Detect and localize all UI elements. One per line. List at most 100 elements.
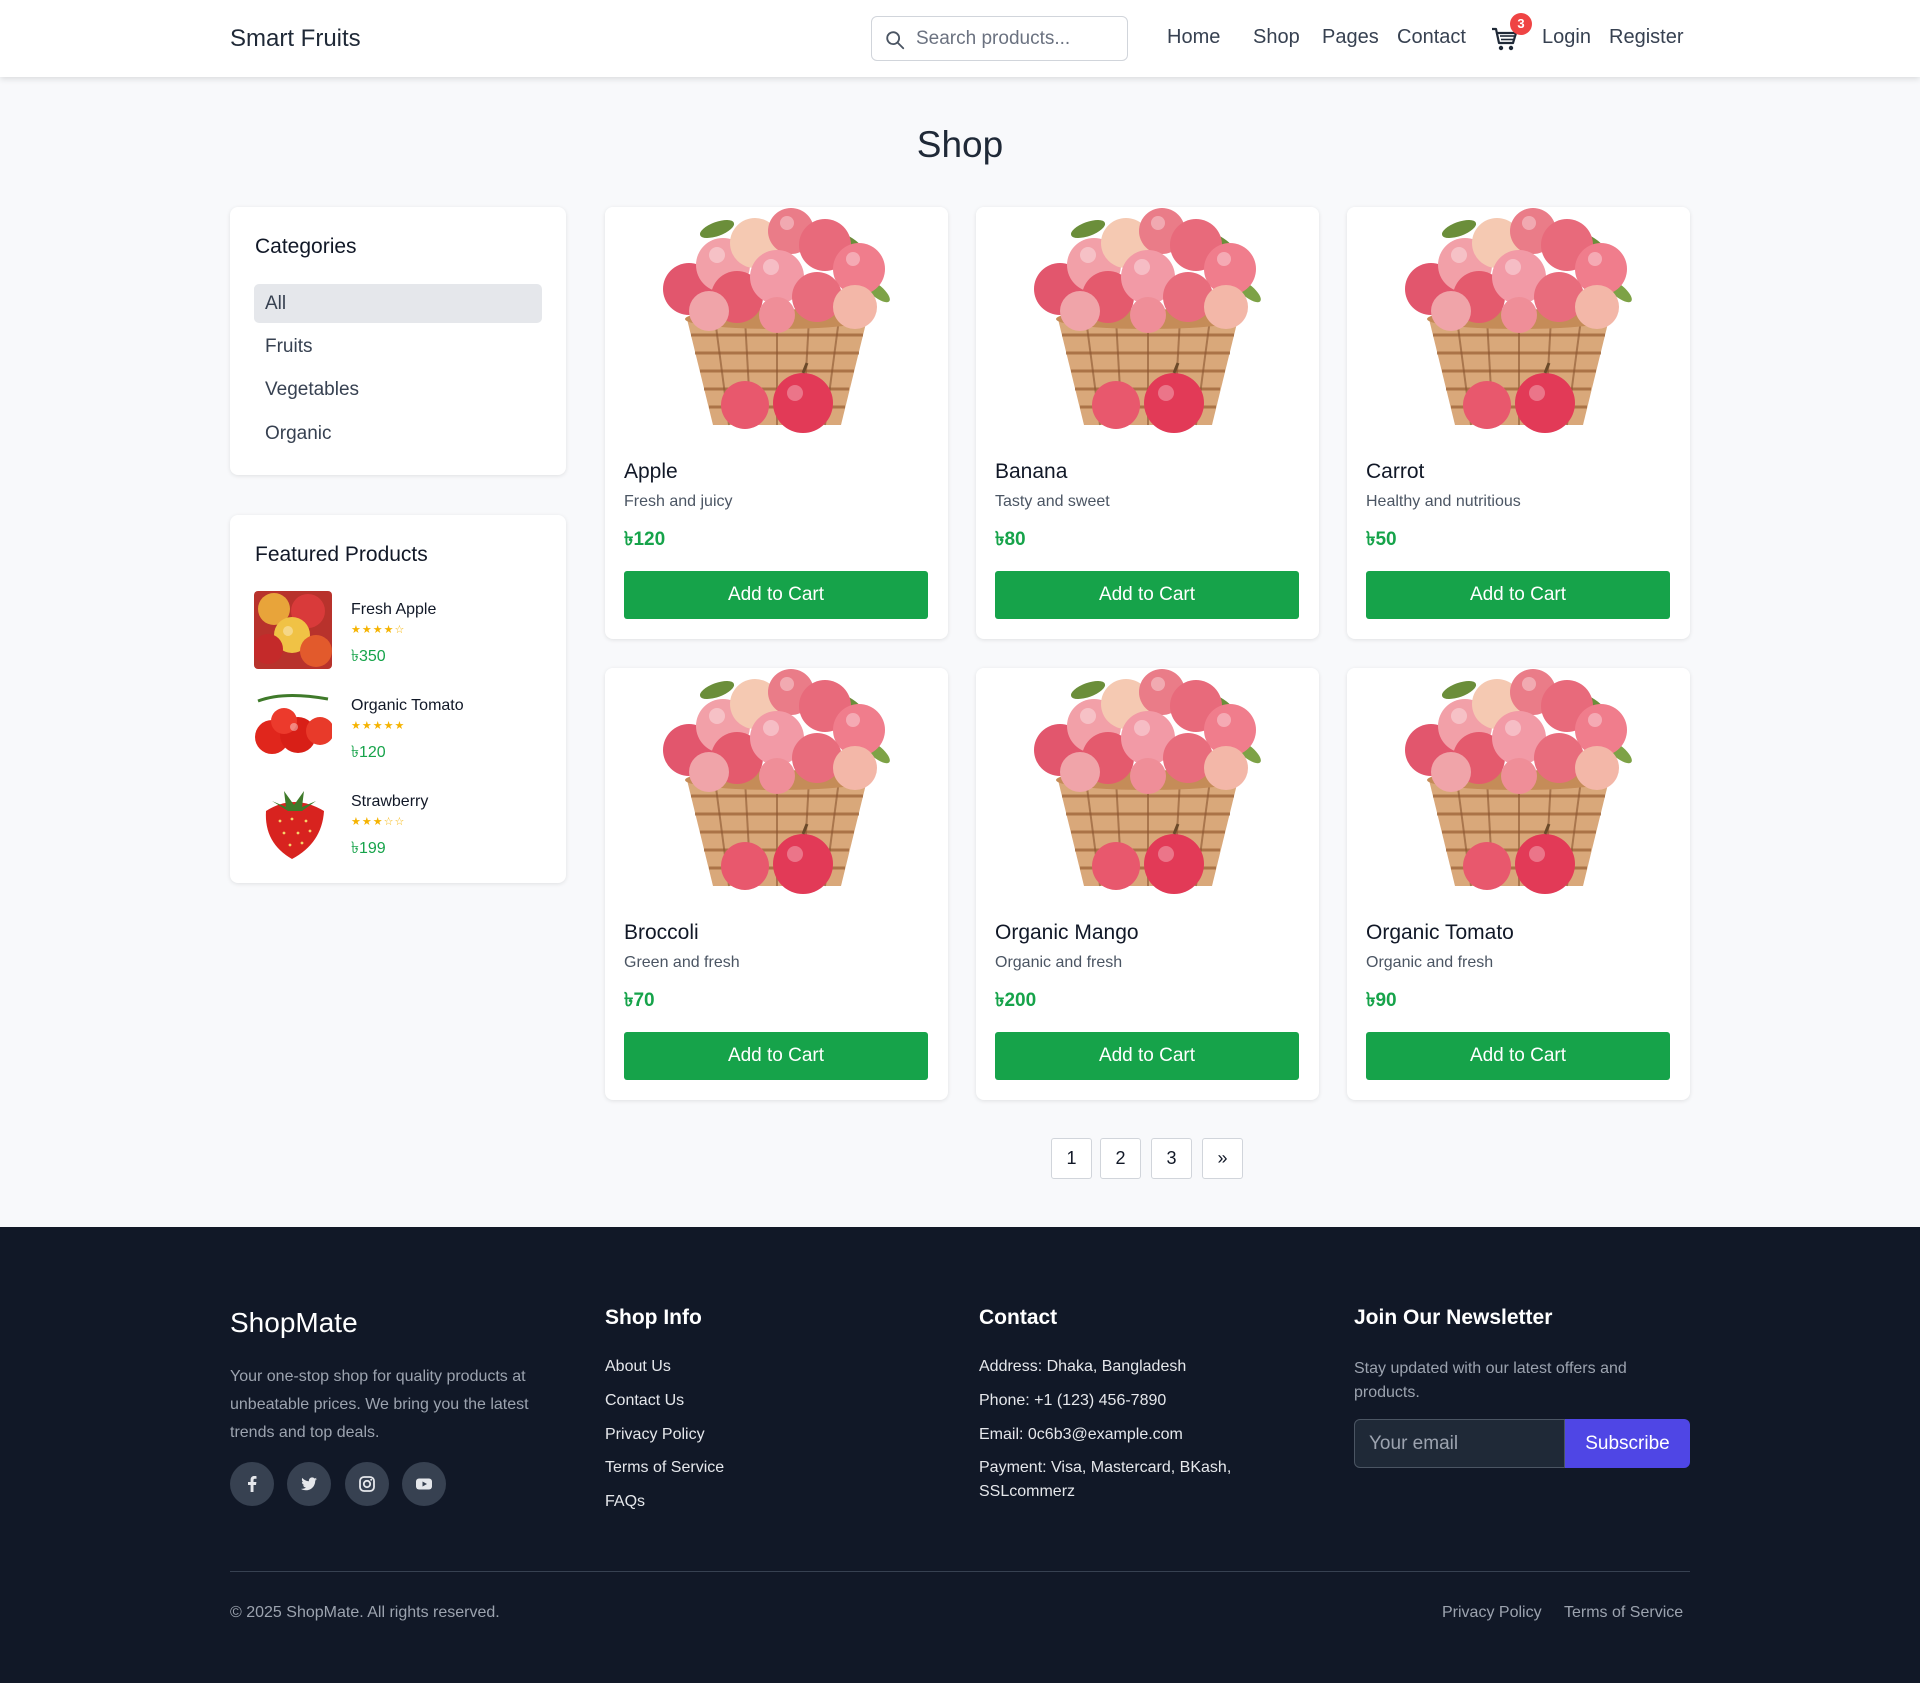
category-organic[interactable]: Organic: [254, 414, 542, 453]
footer-brand: ShopMate: [230, 1307, 358, 1338]
footer-divider: [230, 1571, 1690, 1572]
footer-link-privacy[interactable]: Privacy Policy: [605, 1426, 705, 1444]
newsletter-email-input[interactable]: [1354, 1419, 1565, 1468]
page-2-button[interactable]: 2: [1100, 1138, 1141, 1179]
product-price: ৳80: [995, 529, 1026, 550]
site-brand[interactable]: Smart Fruits: [230, 25, 361, 53]
featured-price: ৳199: [351, 840, 386, 857]
product-card: Apple Fresh and juicy ৳120 Add to Cart: [605, 207, 948, 639]
add-to-cart-button[interactable]: Add to Cart: [1366, 1032, 1670, 1080]
add-to-cart-button[interactable]: Add to Cart: [624, 1032, 928, 1080]
instagram-icon: [359, 1476, 375, 1492]
nav-register[interactable]: Register: [1609, 26, 1683, 49]
next-page-button[interactable]: »: [1202, 1138, 1243, 1179]
nav-shop[interactable]: Shop: [1253, 26, 1300, 49]
twitter-button[interactable]: [287, 1462, 331, 1506]
footer-link-about[interactable]: About Us: [605, 1358, 671, 1376]
product-image: [1347, 207, 1690, 437]
add-to-cart-button[interactable]: Add to Cart: [995, 1032, 1299, 1080]
categories-title: Categories: [255, 235, 357, 258]
twitter-icon: [301, 1477, 317, 1491]
product-price: ৳90: [1366, 990, 1397, 1011]
page-title: Shop: [916, 124, 1004, 165]
footer-link-terms[interactable]: Terms of Service: [605, 1459, 724, 1477]
newsletter-title: Join Our Newsletter: [1354, 1306, 1553, 1329]
product-price: ৳120: [624, 529, 666, 550]
categories-card: Categories All Fruits Vegetables Organic: [230, 207, 566, 475]
add-to-cart-button[interactable]: Add to Cart: [995, 571, 1299, 619]
facebook-button[interactable]: [230, 1462, 274, 1506]
footer-link-faqs[interactable]: FAQs: [605, 1493, 645, 1511]
nav-home[interactable]: Home: [1167, 26, 1220, 49]
contact-address: Address: Dhaka, Bangladesh: [979, 1358, 1187, 1375]
featured-name: Strawberry: [351, 793, 429, 810]
rating-stars: ★★★★★: [351, 720, 406, 732]
product-description: Fresh and juicy: [624, 493, 733, 510]
featured-name: Fresh Apple: [351, 601, 437, 618]
contact-title: Contact: [979, 1306, 1058, 1329]
subscribe-button[interactable]: Subscribe: [1565, 1419, 1690, 1468]
organic-tomato-thumbnail: [254, 687, 332, 765]
featured-price: ৳120: [351, 744, 386, 761]
product-image: [1347, 668, 1690, 898]
product-description: Tasty and sweet: [995, 493, 1110, 510]
product-name[interactable]: Carrot: [1366, 460, 1424, 484]
youtube-button[interactable]: [402, 1462, 446, 1506]
add-to-cart-button[interactable]: Add to Cart: [624, 571, 928, 619]
category-fruits[interactable]: Fruits: [254, 327, 542, 366]
featured-item[interactable]: Strawberry ★★★☆☆ ৳199: [254, 783, 544, 861]
contact-payment: Payment: Visa, Mastercard, BKash, SSLcom…: [979, 1459, 1232, 1500]
rating-stars: ★★★☆☆: [351, 816, 406, 828]
product-name[interactable]: Organic Mango: [995, 921, 1139, 945]
facebook-icon: [248, 1476, 257, 1492]
nav-login[interactable]: Login: [1542, 26, 1591, 49]
product-price: ৳50: [1366, 529, 1397, 550]
product-card: Organic Tomato Organic and fresh ৳90 Add…: [1347, 668, 1690, 1100]
youtube-icon: [416, 1478, 432, 1490]
product-name[interactable]: Broccoli: [624, 921, 699, 945]
featured-products-card: Featured Products Fresh Apple ★★★★☆ ৳350…: [230, 515, 566, 883]
product-description: Organic and fresh: [995, 954, 1123, 971]
featured-item[interactable]: Organic Tomato ★★★★★ ৳120: [254, 687, 544, 765]
product-name[interactable]: Apple: [624, 460, 678, 484]
product-image: [605, 668, 948, 898]
copyright: © 2025 ShopMate. All rights reserved.: [230, 1604, 500, 1621]
featured-item[interactable]: Fresh Apple ★★★★☆ ৳350: [254, 591, 544, 669]
product-name[interactable]: Banana: [995, 460, 1067, 484]
product-card: Carrot Healthy and nutritious ৳50 Add to…: [1347, 207, 1690, 639]
page-3-button[interactable]: 3: [1151, 1138, 1192, 1179]
product-price: ৳200: [995, 990, 1037, 1011]
contact-email: Email: 0c6b3@example.com: [979, 1426, 1183, 1443]
fresh-apple-thumbnail: [254, 591, 332, 669]
shop-info-title: Shop Info: [605, 1306, 702, 1329]
category-vegetables[interactable]: Vegetables: [254, 370, 542, 409]
search-box[interactable]: [871, 16, 1128, 61]
nav-contact[interactable]: Contact: [1397, 26, 1466, 49]
top-navbar: Smart Fruits Home Shop Pages Contact 3 L…: [0, 0, 1920, 77]
bottom-link-privacy[interactable]: Privacy Policy: [1442, 1604, 1542, 1622]
cart-count-badge: 3: [1510, 13, 1532, 35]
product-image: [976, 207, 1319, 437]
nav-pages[interactable]: Pages: [1322, 26, 1379, 49]
product-description: Healthy and nutritious: [1366, 493, 1521, 510]
rating-stars: ★★★★☆: [351, 624, 406, 636]
page-1-button[interactable]: 1: [1051, 1138, 1092, 1179]
product-description: Green and fresh: [624, 954, 740, 971]
featured-price: ৳350: [351, 648, 386, 665]
category-all[interactable]: All: [254, 284, 542, 323]
footer-link-contact[interactable]: Contact Us: [605, 1392, 684, 1410]
footer-about-text: Your one-stop shop for quality products …: [230, 1368, 529, 1441]
bottom-link-terms[interactable]: Terms of Service: [1564, 1604, 1683, 1622]
product-image: [605, 207, 948, 437]
instagram-button[interactable]: [345, 1462, 389, 1506]
product-card: Broccoli Green and fresh ৳70 Add to Cart: [605, 668, 948, 1100]
add-to-cart-button[interactable]: Add to Cart: [1366, 571, 1670, 619]
search-input[interactable]: [916, 19, 1121, 58]
strawberry-thumbnail: [254, 783, 332, 861]
newsletter-text: Stay updated with our latest offers and …: [1354, 1360, 1627, 1401]
product-price: ৳70: [624, 990, 655, 1011]
product-name[interactable]: Organic Tomato: [1366, 921, 1514, 945]
featured-name: Organic Tomato: [351, 697, 464, 714]
product-description: Organic and fresh: [1366, 954, 1494, 971]
search-icon: [886, 31, 905, 50]
